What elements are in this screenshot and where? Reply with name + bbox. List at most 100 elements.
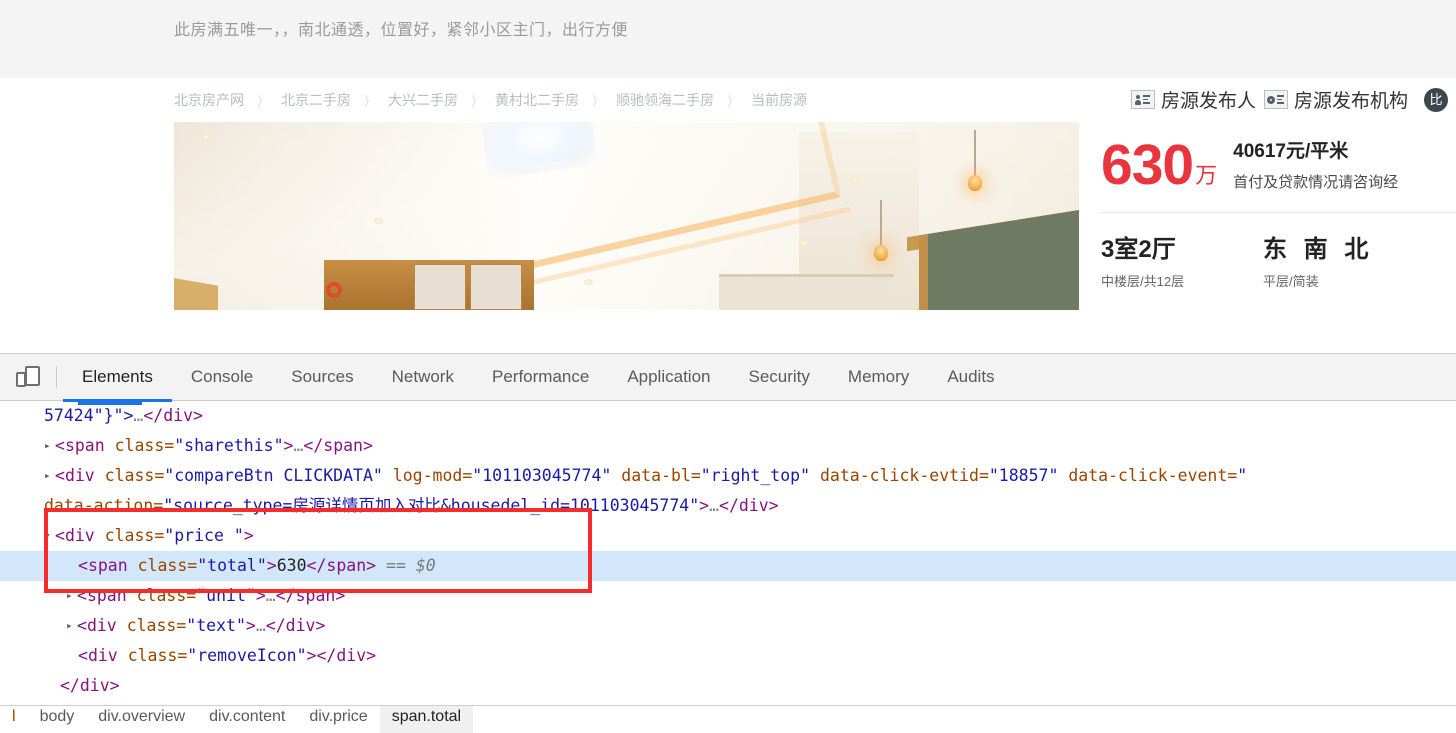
house-spec-layout-sub: 中楼层/共12层 (1101, 274, 1185, 289)
tab-performance[interactable]: Performance (473, 354, 608, 401)
price-note: 首付及贷款情况请咨询经 (1233, 174, 1399, 191)
tab-memory[interactable]: Memory (829, 354, 928, 401)
unit-price-value: 40617 (1233, 141, 1286, 162)
tab-security[interactable]: Security (729, 354, 828, 401)
photo-cabinet-door (414, 264, 466, 310)
breadcrumb-separator-icon: 〉 (257, 93, 268, 109)
photo-spotlight (202, 134, 211, 140)
dom-line-selected[interactable]: <span class="total">630</span> == $0 (0, 551, 1456, 581)
devtools-tabs: Elements Console Sources Network Perform… (63, 354, 1014, 402)
dom-attr: data-bl (621, 466, 691, 485)
dom-line-8-val: "text" (186, 616, 246, 635)
dom-line[interactable]: data-action="source_type=房源详情页加入对比&house… (0, 491, 1456, 521)
dom-val: "101103045774" (472, 466, 612, 485)
toolbar-divider (56, 366, 57, 388)
dom-line-2-tag: span (64, 436, 105, 455)
dom-val: "compareBtn CLICKDATA" (164, 466, 383, 485)
dom-line-9-tag: div (87, 646, 118, 665)
dom-breadcrumb-item-overview[interactable]: div.overview (86, 706, 197, 733)
breadcrumb-item-1[interactable]: 北京二手房 (281, 90, 351, 110)
dom-attr: data-click-event (1068, 466, 1228, 485)
dom-val: " (1237, 466, 1248, 485)
price-row: 630 万 40617元/平米 首付及贷款情况请咨询经 (1101, 122, 1456, 194)
dom-line-5-attr: class (104, 526, 155, 545)
dom-attr: data-click-evtid (819, 466, 979, 485)
dom-line-6-close: </span> (306, 556, 377, 575)
org-list-icon (1263, 90, 1288, 109)
photo-spotlight (799, 240, 808, 246)
breadcrumb-item-3[interactable]: 黄村北二手房 (495, 90, 579, 110)
dom-line[interactable]: ▸ <span class="unit">…</span> (0, 581, 1456, 611)
breadcrumb-separator-icon: 〉 (592, 93, 603, 109)
dom-line-4-val: "source_type=房源详情页加入对比&housedel_id=10110… (163, 496, 700, 515)
dom-line[interactable]: ▸ <span class="sharethis">…</span> (0, 431, 1456, 461)
breadcrumb: 北京房产网 〉 北京二手房 〉 大兴二手房 〉 黄村北二手房 〉 顺驰领海二手房… (0, 78, 1456, 122)
dom-line[interactable]: ▸ <div class="text">…</div> (0, 611, 1456, 641)
dom-line[interactable]: <div class="removeIcon"></div> (0, 641, 1456, 671)
dom-line-4-attr: data-action (44, 496, 154, 515)
dom-line-2-attr: class (114, 436, 165, 455)
dom-line-6-eq: == $0 (386, 556, 436, 575)
dom-line-2-close: </span> (303, 436, 373, 455)
dom-line-8-tag: div (86, 616, 117, 635)
dom-line[interactable]: </div> (0, 671, 1456, 701)
listing-main-row: 630 万 40617元/平米 首付及贷款情况请咨询经 3室2厅 中楼层/共12… (0, 122, 1456, 310)
tab-network[interactable]: Network (373, 354, 473, 401)
dom-line-7-val: "unit" (196, 586, 256, 605)
dom-line-5-tag: div (64, 526, 95, 545)
dom-line-2-val: "sharethis" (174, 436, 284, 455)
dom-line[interactable]: 57424"}">…</div> (0, 401, 1456, 431)
dom-line-8-close: </div> (265, 616, 326, 635)
devtools-toolbar: Elements Console Sources Network Perform… (0, 354, 1456, 402)
breadcrumb-separator-icon: 〉 (471, 93, 482, 109)
publisher-tab-org[interactable]: 房源发布机构 (1263, 86, 1408, 113)
breadcrumb-item-current: 当前房源 (751, 92, 808, 108)
dom-attr: log-mod (392, 466, 463, 485)
dom-line[interactable]: ▸ <div class="compareBtn CLICKDATA" log-m… (0, 461, 1456, 491)
dom-val: "18857" (988, 466, 1059, 485)
web-page-content: 此房满五唯一，，南北通透，位置好，紧邻小区主门，出行方便 北京房产网 〉 北京二… (0, 0, 1456, 353)
photo-cabinet-door (470, 264, 522, 310)
dom-line-7-attr: class (136, 586, 187, 605)
tab-sources[interactable]: Sources (272, 354, 372, 401)
photo-red-ring (326, 282, 342, 298)
dom-breadcrumb-item-price[interactable]: div.price (297, 706, 379, 733)
dom-breadcrumb-item-html[interactable]: l (0, 706, 28, 733)
house-spec-layout: 3室2厅 中楼层/共12层 (1101, 229, 1263, 290)
publisher-tab-person[interactable]: 房源发布人 (1130, 86, 1256, 113)
house-specs: 3室2厅 中楼层/共12层 东 南 北 平层/简装 (1101, 213, 1456, 290)
dom-line-price[interactable]: ▾ <div class="price "> (0, 521, 1456, 551)
dom-line-6-text: 630 (276, 556, 307, 575)
dom-breadcrumb-item-content[interactable]: div.content (197, 706, 297, 733)
tab-console[interactable]: Console (172, 354, 272, 401)
listing-banner: 此房满五唯一，，南北通透，位置好，紧邻小区主门，出行方便 (0, 0, 1456, 78)
dom-line-4-close: </div> (719, 496, 779, 515)
breadcrumb-item-0[interactable]: 北京房产网 (174, 90, 244, 110)
house-spec-orientation-sub: 平层/简装 (1263, 274, 1319, 289)
dom-line-9-close: </div> (316, 646, 377, 665)
dom-line-6-tag: span (87, 556, 128, 575)
device-toolbar-icon[interactable] (0, 354, 56, 401)
breadcrumb-item-2[interactable]: 大兴二手房 (388, 90, 458, 110)
dom-line-10-close: </div> (60, 676, 120, 695)
dom-line-6-val: "total" (197, 556, 267, 575)
photo-spotlight (850, 177, 859, 183)
publisher-tab-person-label: 房源发布人 (1160, 91, 1256, 112)
dom-line-7-tag: span (86, 586, 127, 605)
dom-breadcrumb-item-body[interactable]: body (28, 706, 87, 733)
dom-breadcrumb-bar: l body div.overview div.content div.pric… (0, 705, 1456, 733)
publisher-tabs: 房源发布人 房源发布机构 比 (1130, 86, 1448, 113)
dom-tree[interactable]: 57424"}">…</div> ▸ <span class="sharethis… (0, 401, 1456, 705)
compare-badge-icon[interactable]: 比 (1424, 87, 1448, 112)
tab-audits[interactable]: Audits (928, 354, 1013, 401)
tab-application[interactable]: Application (608, 354, 729, 401)
listing-photo[interactable] (174, 122, 1079, 310)
person-list-icon (1130, 90, 1155, 109)
tab-elements[interactable]: Elements (63, 354, 172, 402)
price-side-info: 40617元/平米 首付及贷款情况请咨询经 (1233, 136, 1398, 194)
unit-price-suffix: 元/平米 (1285, 141, 1349, 162)
dom-breadcrumb-item-total[interactable]: span.total (379, 706, 474, 733)
photo-spotlight (374, 218, 383, 224)
photo-spotlight (584, 279, 593, 285)
breadcrumb-item-4[interactable]: 顺驰领海二手房 (616, 90, 714, 110)
